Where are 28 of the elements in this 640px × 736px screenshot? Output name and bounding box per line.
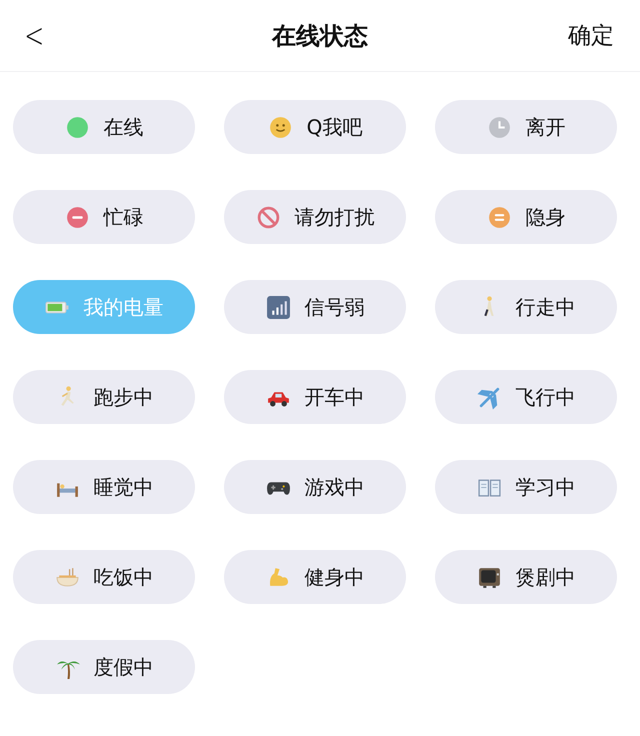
signal-icon (266, 294, 290, 320)
online-dot-icon (64, 114, 90, 140)
status-option[interactable]: 行走中 (435, 280, 617, 334)
status-option[interactable]: 开车中 (224, 370, 406, 424)
status-option[interactable]: 度假中 (13, 640, 195, 694)
status-option[interactable]: 隐身 (435, 190, 617, 244)
status-option[interactable]: 煲剧中 (435, 550, 617, 604)
minus-icon (64, 204, 90, 230)
status-option[interactable]: 吃饭中 (13, 550, 195, 604)
status-option[interactable]: 跑步中 (13, 370, 195, 424)
status-option[interactable]: 健身中 (224, 550, 406, 604)
status-option[interactable]: Q我吧 (224, 100, 406, 154)
clock-icon (486, 114, 512, 140)
confirm-button[interactable]: 确定 (568, 20, 614, 51)
status-option[interactable]: 离开 (435, 100, 617, 154)
status-option[interactable]: 睡觉中 (13, 460, 195, 514)
status-option[interactable]: 飞行中 (435, 370, 617, 424)
status-option[interactable]: 游戏中 (224, 460, 406, 514)
equals-icon (486, 204, 512, 230)
back-button[interactable]: < (20, 16, 48, 56)
prohibited-icon (256, 204, 280, 230)
page-title: 在线状态 (272, 20, 368, 52)
status-option[interactable]: 请勿打扰 (224, 190, 406, 244)
status-option[interactable]: 信号弱 (224, 280, 406, 334)
status-option[interactable]: 忙碌 (13, 190, 195, 244)
status-option[interactable]: 学习中 (435, 460, 617, 514)
smiley-icon (268, 114, 293, 140)
status-option[interactable]: 在线 (13, 100, 195, 154)
